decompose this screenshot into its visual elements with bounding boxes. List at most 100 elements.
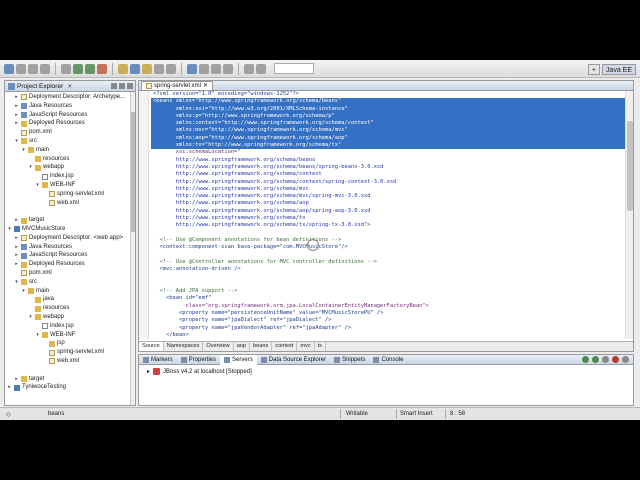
back-icon[interactable] [244, 63, 254, 74]
tree-twisty-icon[interactable]: ▸ [14, 111, 19, 120]
stop-server-icon[interactable] [612, 356, 619, 363]
source-tab-beans[interactable]: beans [250, 342, 273, 351]
source-tab-source[interactable]: Source [139, 342, 164, 351]
tree-item[interactable]: ▸ Deployment Descriptor: Archetype... [5, 93, 135, 102]
previous-annotation-icon[interactable] [223, 63, 233, 74]
tree-item[interactable]: ▸ Deployed Resources [5, 260, 135, 269]
tree-item[interactable]: spring-servlet.xml [5, 190, 135, 199]
tree-twisty-icon[interactable]: ▸ [14, 102, 19, 111]
tree-item[interactable]: ▸ JavaScript Resources [5, 251, 135, 260]
close-icon[interactable]: ✕ [67, 83, 72, 90]
tab-snippets[interactable]: Snippets [330, 355, 369, 365]
quick-access-field[interactable] [274, 63, 314, 74]
tab-properties[interactable]: Properties [177, 355, 220, 365]
external-tools-icon[interactable] [97, 63, 107, 74]
search-icon[interactable] [166, 63, 176, 74]
tree-twisty-icon[interactable]: ▸ [14, 216, 19, 225]
tree-twisty-icon[interactable]: ▾ [21, 146, 26, 155]
tree-twisty-icon[interactable]: ▾ [14, 137, 19, 146]
expand-icon[interactable]: ▸ [147, 368, 150, 375]
save-icon[interactable] [16, 63, 26, 74]
editor-tab-spring-servlet[interactable]: spring-servlet.xml ✕ [141, 81, 214, 91]
tree-twisty-icon[interactable]: ▸ [14, 251, 19, 260]
source-tab-namespaces[interactable]: Namespaces [164, 342, 204, 351]
tab-servers[interactable]: Servers [220, 355, 257, 365]
tree-item[interactable]: ▾ src [5, 278, 135, 287]
tree-twisty-icon[interactable]: ▸ [14, 234, 19, 243]
run-icon[interactable] [85, 63, 95, 74]
tree-item[interactable]: pom.xml [5, 128, 135, 137]
new-java-project-icon[interactable] [118, 63, 128, 74]
link-editor-icon[interactable] [119, 83, 125, 89]
tree-twisty-icon[interactable]: ▸ [14, 375, 19, 384]
tree-twisty-icon[interactable]: ▸ [14, 119, 19, 128]
project-explorer-tab[interactable]: Project Explorer ✕ [5, 81, 135, 92]
view-menu-icon[interactable] [127, 83, 133, 89]
tree-item[interactable]: ▾ src [5, 137, 135, 146]
server-icon[interactable] [61, 63, 71, 74]
tree-twisty-icon[interactable]: ▾ [35, 331, 40, 340]
scrollbar-thumb[interactable] [627, 121, 633, 211]
tree-item[interactable]: ▸ Java Resources [5, 243, 135, 252]
explorer-scrollbar[interactable] [130, 92, 135, 405]
tree-item[interactable]: web.xml [5, 357, 135, 366]
save-all-icon[interactable] [28, 63, 38, 74]
tree-item[interactable]: ▾ MVCMusicStore [5, 225, 135, 234]
source-tab-mvc[interactable]: mvc [297, 342, 315, 351]
tree-twisty-icon[interactable]: ▾ [28, 163, 33, 172]
tree-item[interactable]: ▸ target [5, 375, 135, 384]
tree-twisty-icon[interactable]: ▸ [14, 243, 19, 252]
tree-item[interactable]: ▸ JavaScript Resources [5, 111, 135, 120]
start-server-icon[interactable] [592, 356, 599, 363]
tree-twisty-icon[interactable]: ▾ [14, 278, 19, 287]
tree-item[interactable]: ▾ WEB-INF [5, 181, 135, 190]
tree-item[interactable]: pom.xml [5, 269, 135, 278]
tree-item[interactable]: ▾ webapp [5, 163, 135, 172]
new-icon[interactable] [4, 63, 14, 74]
tree-item[interactable]: jsp [5, 339, 135, 348]
perspective-button-java-ee[interactable]: Java EE [601, 63, 636, 75]
tree-item[interactable]: ▸ Java Resources [5, 102, 135, 111]
tab-console[interactable]: Console [369, 355, 407, 365]
tree-item[interactable]: resources [5, 155, 135, 164]
source-tab-aop[interactable]: aop [234, 342, 251, 351]
tree-item[interactable]: ▾ main [5, 287, 135, 296]
tree-twisty-icon[interactable]: ▸ [7, 383, 12, 392]
tree-item[interactable]: web.xml [5, 199, 135, 208]
print-icon[interactable] [40, 63, 50, 74]
tree-item[interactable] [5, 207, 135, 216]
tree-item[interactable]: spring-servlet.xml [5, 348, 135, 357]
tree-item[interactable]: index.jsp [5, 172, 135, 181]
debug-icon[interactable] [73, 63, 83, 74]
collapse-all-icon[interactable] [111, 83, 117, 89]
open-perspective-button[interactable]: + [587, 63, 600, 75]
tree-twisty-icon[interactable]: ▾ [21, 287, 26, 296]
open-type-icon[interactable] [154, 63, 164, 74]
tab-data-source-explorer[interactable]: Data Source Explorer [257, 355, 330, 365]
close-icon[interactable]: ✕ [203, 82, 208, 91]
toggle-mark-icon[interactable] [199, 63, 209, 74]
tree-twisty-icon[interactable]: ▾ [7, 225, 12, 234]
scrollbar-thumb[interactable] [131, 112, 135, 232]
editor-scrollbar[interactable] [625, 91, 633, 339]
source-tab-overview[interactable]: Overview [203, 342, 234, 351]
tree-item[interactable]: ▸ Deployment Descriptor: <web app> [5, 234, 135, 243]
tree-item[interactable]: java [5, 295, 135, 304]
tree-item[interactable]: ▸ target [5, 216, 135, 225]
tree-item[interactable] [5, 366, 135, 375]
globe-icon[interactable] [187, 63, 197, 74]
debug-server-icon[interactable] [582, 356, 589, 363]
tree-item[interactable]: ▾ main [5, 146, 135, 155]
tree-item[interactable]: index.jsp [5, 322, 135, 331]
source-tab-tx[interactable]: tx [315, 342, 326, 351]
next-annotation-icon[interactable] [211, 63, 221, 74]
tree-twisty-icon[interactable]: ▾ [28, 313, 33, 322]
code-area[interactable]: <?xml version="1.0" encoding="windows-12… [151, 91, 625, 339]
server-row[interactable]: ▸ JBoss v4.2 at localhost [Stopped] [139, 365, 633, 378]
forward-icon[interactable] [256, 63, 266, 74]
tree-item[interactable]: ▾ WEB-INF [5, 331, 135, 340]
new-class-icon[interactable] [142, 63, 152, 74]
new-package-icon[interactable] [130, 63, 140, 74]
tree-item[interactable]: resources [5, 304, 135, 313]
tree-twisty-icon[interactable]: ▸ [14, 93, 19, 102]
